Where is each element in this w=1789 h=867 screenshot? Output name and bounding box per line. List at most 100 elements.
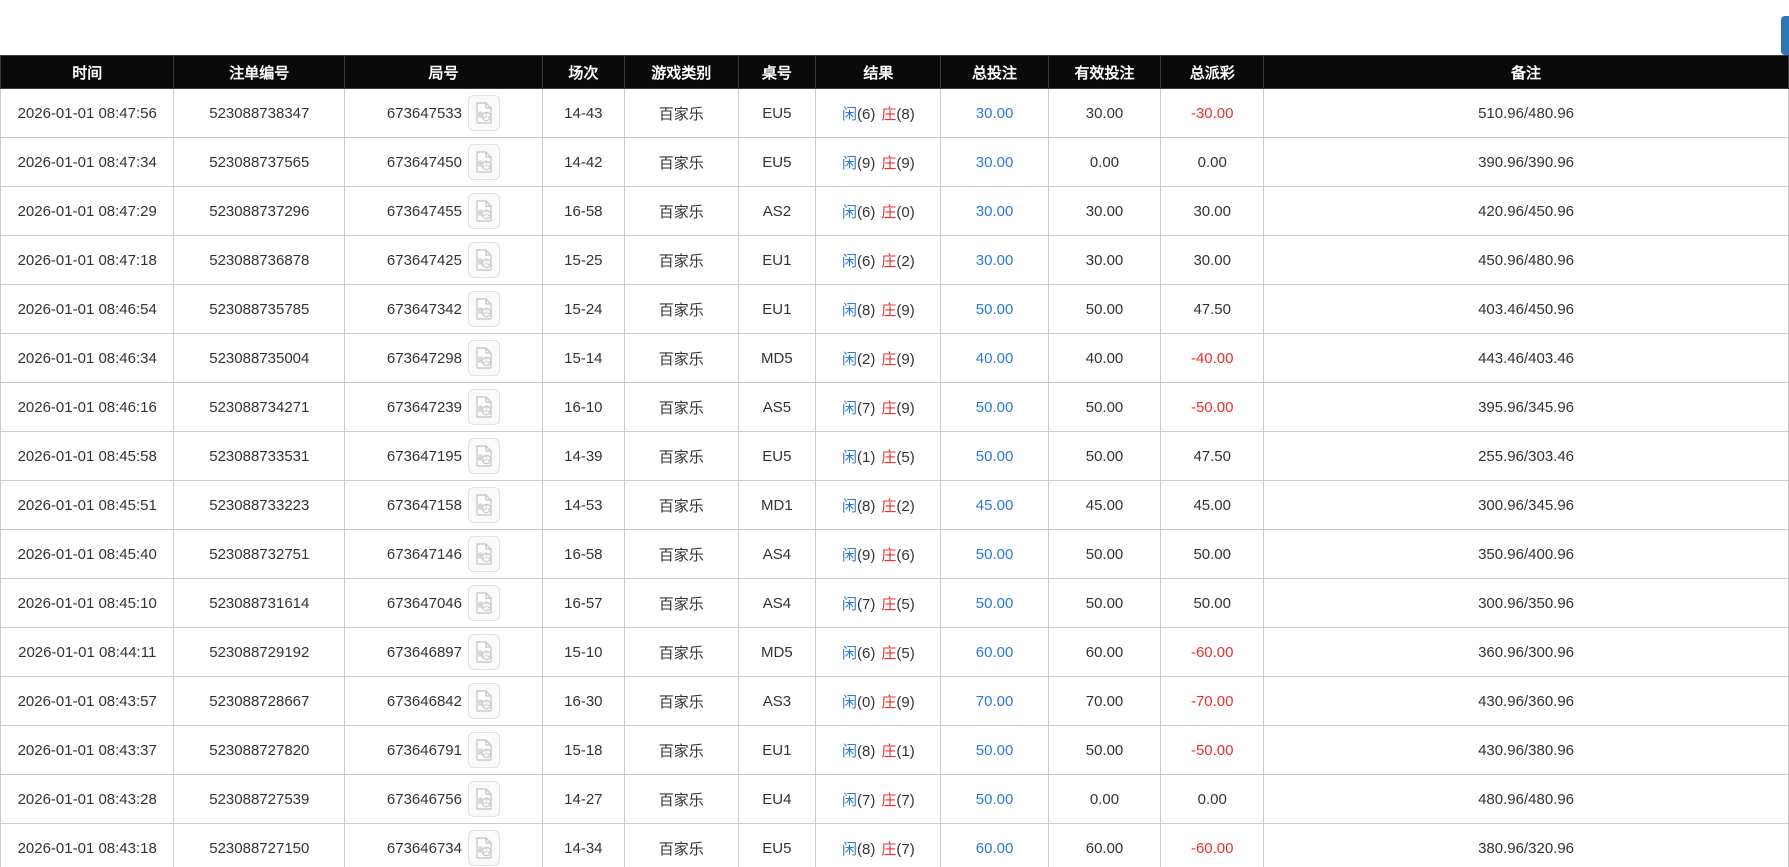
result-cell: 闲(8)庄(9) bbox=[816, 285, 941, 334]
result-cell: 闲(6)庄(2) bbox=[816, 236, 941, 285]
video-replay-button[interactable] bbox=[468, 487, 500, 523]
player-score: (9) bbox=[857, 155, 875, 172]
game-type-cell: 百家乐 bbox=[624, 138, 738, 187]
round-id-cell: 673646756 bbox=[345, 775, 543, 824]
total-bet-cell[interactable]: 60.00 bbox=[941, 824, 1048, 867]
video-replay-button[interactable] bbox=[468, 732, 500, 768]
video-file-icon bbox=[475, 249, 493, 271]
total-bet-cell[interactable]: 50.00 bbox=[941, 775, 1048, 824]
total-bet-cell[interactable]: 30.00 bbox=[941, 236, 1048, 285]
player-score: (6) bbox=[857, 204, 875, 221]
session-cell: 16-30 bbox=[542, 677, 624, 726]
total-bet-cell[interactable]: 30.00 bbox=[941, 187, 1048, 236]
player-score: (8) bbox=[857, 302, 875, 319]
remark-cell: 300.96/345.96 bbox=[1264, 481, 1789, 530]
game-type-cell: 百家乐 bbox=[624, 285, 738, 334]
total-bet-cell[interactable]: 50.00 bbox=[941, 383, 1048, 432]
valid-bet-cell: 30.00 bbox=[1048, 89, 1161, 138]
video-replay-button[interactable] bbox=[468, 291, 500, 327]
result-cell: 闲(1)庄(5) bbox=[816, 432, 941, 481]
time-cell: 2026-01-01 08:44:11 bbox=[1, 628, 174, 677]
banker-score: (1) bbox=[896, 743, 914, 760]
banker-score: (0) bbox=[896, 204, 914, 221]
round-id-cell: 673647046 bbox=[345, 579, 543, 628]
banker-score: (5) bbox=[896, 596, 914, 613]
table-row: 2026-01-01 08:46:16 523088734271 6736472… bbox=[1, 383, 1789, 432]
player-score: (0) bbox=[857, 694, 875, 711]
column-header-table-no: 桌号 bbox=[738, 56, 816, 89]
player-score: (8) bbox=[857, 743, 875, 760]
session-cell: 14-27 bbox=[542, 775, 624, 824]
total-bet-cell[interactable]: 50.00 bbox=[941, 285, 1048, 334]
video-replay-button[interactable] bbox=[468, 830, 500, 866]
payout-cell: 50.00 bbox=[1161, 530, 1264, 579]
game-type-cell: 百家乐 bbox=[624, 824, 738, 867]
time-cell: 2026-01-01 08:45:10 bbox=[1, 579, 174, 628]
table-no-cell: AS5 bbox=[738, 383, 816, 432]
result-cell: 闲(6)庄(0) bbox=[816, 187, 941, 236]
remark-cell: 255.96/303.46 bbox=[1264, 432, 1789, 481]
total-bet-cell[interactable]: 70.00 bbox=[941, 677, 1048, 726]
game-type-cell: 百家乐 bbox=[624, 677, 738, 726]
player-label: 闲 bbox=[842, 596, 857, 613]
banker-score: (6) bbox=[896, 547, 914, 564]
time-cell: 2026-01-01 08:46:34 bbox=[1, 334, 174, 383]
video-replay-button[interactable] bbox=[468, 193, 500, 229]
player-label: 闲 bbox=[842, 743, 857, 760]
total-bet-cell[interactable]: 50.00 bbox=[941, 432, 1048, 481]
video-replay-button[interactable] bbox=[468, 144, 500, 180]
time-cell: 2026-01-01 08:45:51 bbox=[1, 481, 174, 530]
table-row: 2026-01-01 08:47:34 523088737565 6736474… bbox=[1, 138, 1789, 187]
total-bet-cell[interactable]: 40.00 bbox=[941, 334, 1048, 383]
video-replay-button[interactable] bbox=[468, 634, 500, 670]
valid-bet-cell: 70.00 bbox=[1048, 677, 1161, 726]
table-no-cell: MD5 bbox=[738, 628, 816, 677]
total-bet-cell[interactable]: 60.00 bbox=[941, 628, 1048, 677]
result-cell: 闲(8)庄(1) bbox=[816, 726, 941, 775]
session-cell: 15-10 bbox=[542, 628, 624, 677]
time-cell: 2026-01-01 08:46:54 bbox=[1, 285, 174, 334]
video-replay-button[interactable] bbox=[468, 536, 500, 572]
valid-bet-cell: 60.00 bbox=[1048, 628, 1161, 677]
total-bet-cell[interactable]: 45.00 bbox=[941, 481, 1048, 530]
payout-cell: -60.00 bbox=[1161, 628, 1264, 677]
round-id-value: 673647195 bbox=[387, 448, 462, 465]
video-replay-button[interactable] bbox=[468, 585, 500, 621]
total-bet-cell[interactable]: 30.00 bbox=[941, 138, 1048, 187]
payout-cell: 30.00 bbox=[1161, 187, 1264, 236]
round-id-value: 673646791 bbox=[387, 742, 462, 759]
player-score: (8) bbox=[857, 841, 875, 858]
total-bet-cell[interactable]: 50.00 bbox=[941, 726, 1048, 775]
video-replay-button[interactable] bbox=[468, 389, 500, 425]
total-bet-cell[interactable]: 50.00 bbox=[941, 579, 1048, 628]
player-score: (7) bbox=[857, 792, 875, 809]
video-replay-button[interactable] bbox=[468, 242, 500, 278]
banker-score: (9) bbox=[896, 351, 914, 368]
video-file-icon bbox=[475, 641, 493, 663]
banker-score: (8) bbox=[896, 106, 914, 123]
session-cell: 15-24 bbox=[542, 285, 624, 334]
video-replay-button[interactable] bbox=[468, 438, 500, 474]
bet-id-cell: 523088727150 bbox=[174, 824, 345, 867]
payout-cell: 47.50 bbox=[1161, 432, 1264, 481]
column-header-remark: 备注 bbox=[1264, 56, 1789, 89]
video-file-icon bbox=[475, 200, 493, 222]
total-bet-cell[interactable]: 30.00 bbox=[941, 89, 1048, 138]
video-replay-button[interactable] bbox=[468, 683, 500, 719]
round-id-value: 673646897 bbox=[387, 644, 462, 661]
round-id-cell: 673647455 bbox=[345, 187, 543, 236]
round-id-cell: 673646791 bbox=[345, 726, 543, 775]
partial-blue-button[interactable] bbox=[1781, 16, 1789, 55]
table-row: 2026-01-01 08:43:37 523088727820 6736467… bbox=[1, 726, 1789, 775]
column-header-total-bet: 总投注 bbox=[941, 56, 1048, 89]
video-replay-button[interactable] bbox=[468, 340, 500, 376]
table-row: 2026-01-01 08:45:10 523088731614 6736470… bbox=[1, 579, 1789, 628]
player-score: (8) bbox=[857, 498, 875, 515]
banker-label: 庄 bbox=[881, 155, 896, 172]
total-bet-cell[interactable]: 50.00 bbox=[941, 530, 1048, 579]
valid-bet-cell: 0.00 bbox=[1048, 775, 1161, 824]
round-id-cell: 673647146 bbox=[345, 530, 543, 579]
player-label: 闲 bbox=[842, 253, 857, 270]
video-replay-button[interactable] bbox=[468, 781, 500, 817]
video-replay-button[interactable] bbox=[468, 95, 500, 131]
